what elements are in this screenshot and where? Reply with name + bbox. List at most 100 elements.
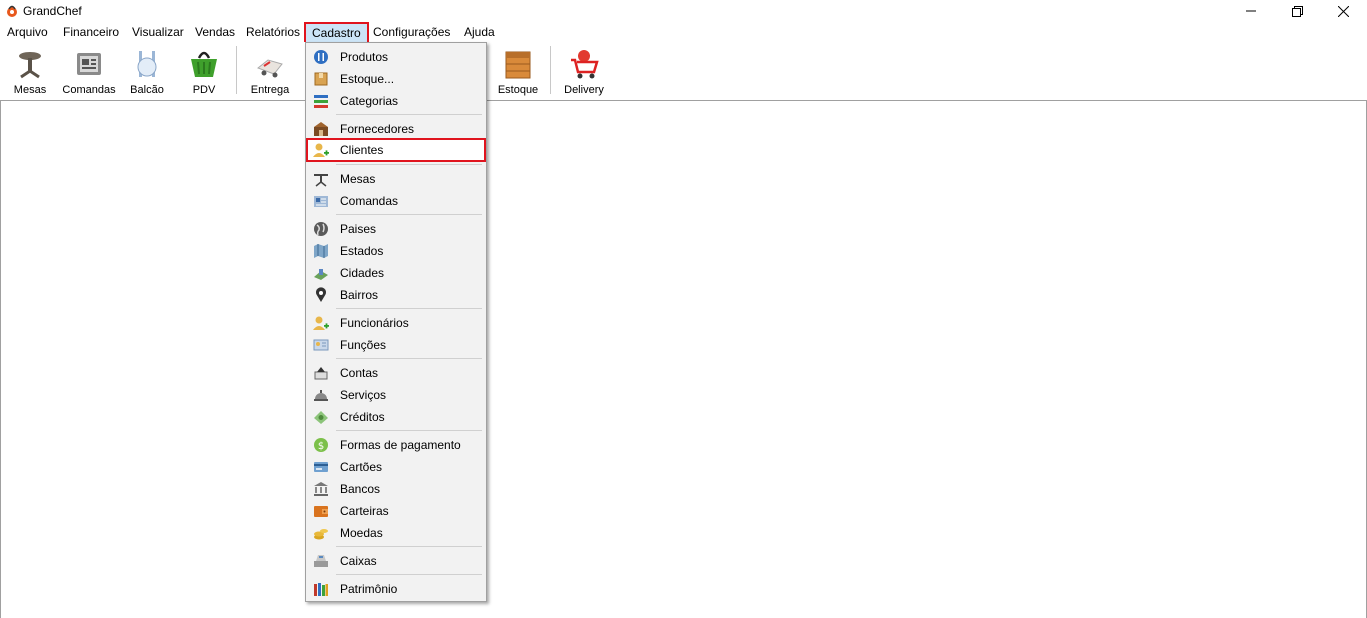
menu-item-label: Formas de pagamento: [340, 438, 461, 452]
menu-cadastro[interactable]: Cadastro: [304, 22, 369, 44]
menu-item-creditos[interactable]: Créditos: [308, 406, 484, 428]
menu-item-label: Fornecedores: [340, 122, 415, 136]
menu-item-bairros[interactable]: Bairros: [308, 284, 484, 306]
restore-icon: [1291, 5, 1303, 17]
menu-item-label: Bairros: [340, 288, 379, 302]
toolbar-separator: [550, 46, 551, 94]
delivery-truck-icon: [257, 59, 283, 78]
menu-item-label: Clientes: [340, 143, 384, 157]
menu-item-moedas[interactable]: Moedas: [308, 522, 484, 544]
toolbar-mesas-button[interactable]: Mesas: [8, 46, 52, 96]
title-bar: GrandChef: [0, 0, 1367, 22]
menu-item-label: Cartões: [340, 460, 383, 474]
menu-item-label: Bancos: [340, 482, 381, 496]
menu-item-contas[interactable]: Contas: [308, 362, 484, 384]
add-employee-icon: [313, 316, 329, 330]
assets-books-icon: [314, 583, 328, 596]
toolbar-separator: [236, 46, 237, 94]
products-icon: [314, 50, 328, 64]
restore-button[interactable]: [1274, 0, 1320, 22]
menu-ajuda[interactable]: Ajuda: [464, 24, 495, 40]
table-icon: [19, 52, 41, 79]
toolbar-estoque-label: Estoque: [497, 84, 539, 96]
menu-item-label: Contas: [340, 366, 379, 380]
menu-item-clientes[interactable]: Clientes: [306, 138, 486, 162]
menu-configuracoes[interactable]: Configurações: [373, 24, 450, 40]
menu-separator: [336, 358, 482, 359]
minimize-button[interactable]: [1228, 0, 1274, 22]
menu-item-funcionarios[interactable]: Funcionários: [308, 312, 484, 334]
menu-separator: [336, 308, 482, 309]
menu-item-label: Produtos: [340, 50, 389, 64]
toolbar: Mesas Comandas Balcão PDV Entrega Estoqu…: [0, 42, 1367, 101]
menu-item-paises[interactable]: Paises: [308, 218, 484, 240]
menu-item-label: Moedas: [340, 526, 383, 540]
toolbar-estoque-button[interactable]: Estoque: [496, 46, 540, 96]
basket-icon: [191, 51, 217, 77]
menu-item-cartoes[interactable]: Cartões: [308, 456, 484, 478]
coins-icon: [314, 529, 328, 540]
states-map-icon: [314, 244, 328, 258]
window-title: GrandChef: [23, 4, 82, 18]
menu-item-produtos[interactable]: Produtos: [308, 46, 484, 68]
menu-item-formas-de-pagamento[interactable]: $ Formas de pagamento: [308, 434, 484, 456]
menu-item-label: Estoque...: [340, 72, 395, 86]
close-button[interactable]: [1320, 0, 1366, 22]
menu-item-label: Funções: [340, 338, 387, 352]
toolbar-comandas-button[interactable]: Comandas: [60, 46, 118, 96]
menu-item-bancos[interactable]: Bancos: [308, 478, 484, 500]
toolbar-entrega-label: Entrega: [250, 84, 290, 96]
svg-text:$: $: [318, 441, 324, 452]
toolbar-pdv-label: PDV: [192, 84, 216, 96]
categories-icon: [314, 95, 328, 108]
city-icon: [314, 269, 328, 280]
suppliers-icon: [314, 122, 328, 136]
menu-separator: [336, 546, 482, 547]
menu-visualizar[interactable]: Visualizar: [132, 24, 184, 40]
cart-icon: [571, 50, 599, 79]
order-pad-icon: [314, 196, 328, 207]
minimize-icon: [1246, 10, 1256, 12]
accounts-icon: [314, 367, 328, 380]
menu-arquivo[interactable]: Arquivo: [7, 24, 48, 40]
menu-item-label: Cidades: [340, 266, 385, 280]
menu-item-funcoes[interactable]: Funções: [308, 334, 484, 356]
order-pad-icon: [77, 53, 101, 75]
menu-item-mesas[interactable]: Mesas: [308, 168, 484, 190]
table-icon: [314, 174, 328, 187]
toolbar-balcao-label: Balcão: [130, 84, 164, 96]
menu-relatorios[interactable]: Relatórios: [246, 24, 300, 40]
add-client-icon: [313, 143, 329, 157]
toolbar-delivery-button[interactable]: Delivery: [562, 46, 606, 96]
menu-item-label: Paises: [340, 222, 377, 236]
menu-item-fornecedores[interactable]: Fornecedores: [308, 118, 484, 140]
toolbar-pdv-button[interactable]: PDV: [182, 46, 226, 96]
menu-item-label: Categorias: [340, 94, 399, 108]
menu-item-comandas[interactable]: Comandas: [308, 190, 484, 212]
menu-item-caixas[interactable]: Caixas: [308, 550, 484, 572]
toolbar-balcao-button[interactable]: Balcão: [126, 46, 168, 96]
map-pin-icon: [316, 287, 326, 302]
wallet-icon: [314, 506, 328, 517]
toolbar-entrega-button[interactable]: Entrega: [248, 46, 292, 96]
menu-item-label: Patrimônio: [340, 582, 398, 596]
menu-item-patrimonio[interactable]: Patrimônio: [308, 578, 484, 600]
toolbar-delivery-label: Delivery: [564, 84, 604, 96]
menu-separator: [336, 114, 482, 115]
menu-separator: [336, 214, 482, 215]
id-card-icon: [313, 339, 329, 351]
menu-item-carteiras[interactable]: Carteiras: [308, 500, 484, 522]
menu-separator: [336, 430, 482, 431]
menu-bar: Arquivo Financeiro Visualizar Vendas Rel…: [0, 22, 1367, 44]
menu-financeiro[interactable]: Financeiro: [63, 24, 119, 40]
menu-item-cidades[interactable]: Cidades: [308, 262, 484, 284]
menu-item-estados[interactable]: Estados: [308, 240, 484, 262]
menu-item-label: Comandas: [340, 194, 399, 208]
menu-item-servicos[interactable]: Serviços: [308, 384, 484, 406]
menu-item-categorias[interactable]: Categorias: [308, 90, 484, 112]
menu-item-label: Créditos: [340, 410, 385, 424]
menu-item-estoque[interactable]: Estoque...: [308, 68, 484, 90]
counter-icon: [137, 51, 157, 77]
menu-vendas[interactable]: Vendas: [195, 24, 235, 40]
menu-separator: [336, 164, 482, 165]
